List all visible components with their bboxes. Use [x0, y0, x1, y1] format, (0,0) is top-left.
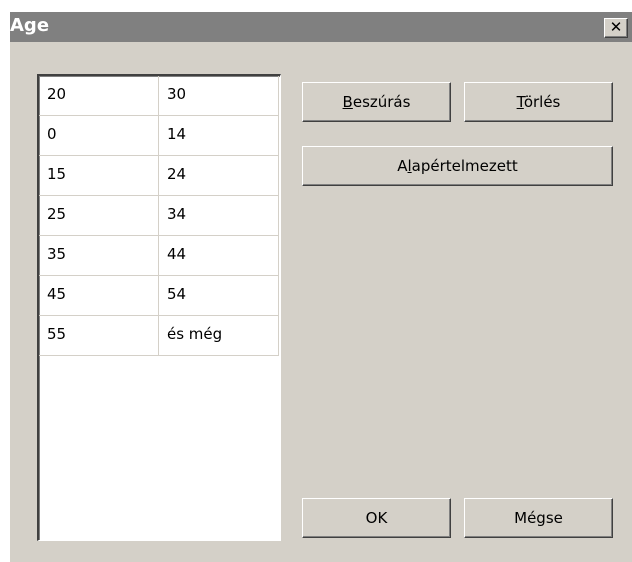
range-end-cell[interactable]: 14: [159, 116, 279, 156]
age-dialog: Age ✕ 20 30 0 14 15 24 25 34 35 44 45 54 55 és még Be…: [10, 12, 632, 562]
ok-button-label: OK: [365, 509, 388, 527]
default-button[interactable]: Alapértelmezett: [302, 146, 613, 186]
range-start-cell[interactable]: 0: [39, 116, 159, 156]
range-start-cell[interactable]: 45: [39, 276, 159, 316]
delete-button-label: Törlés: [516, 93, 561, 111]
range-end-cell[interactable]: 54: [159, 276, 279, 316]
cancel-button[interactable]: Mégse: [464, 498, 613, 538]
range-end-cell[interactable]: 24: [159, 156, 279, 196]
range-end-cell[interactable]: 44: [159, 236, 279, 276]
range-start-cell[interactable]: 20: [39, 76, 159, 116]
range-end-cell[interactable]: 30: [159, 76, 279, 116]
range-start-cell[interactable]: 15: [39, 156, 159, 196]
close-icon: ✕: [609, 18, 623, 36]
range-end-cell[interactable]: és még: [159, 316, 279, 356]
range-end-cell[interactable]: 34: [159, 196, 279, 236]
table-row[interactable]: 25 34: [39, 196, 280, 236]
table-row[interactable]: 20 30: [39, 76, 280, 116]
delete-button[interactable]: Törlés: [464, 82, 613, 122]
insert-button-label: Beszúrás: [342, 93, 411, 111]
range-start-cell[interactable]: 55: [39, 316, 159, 356]
range-start-cell[interactable]: 35: [39, 236, 159, 276]
dialog-title: Age: [10, 15, 50, 36]
age-range-table[interactable]: 20 30 0 14 15 24 25 34 35 44 45 54 55 és még: [37, 74, 281, 541]
table-row[interactable]: 55 és még: [39, 316, 280, 356]
default-button-label: Alapértelmezett: [397, 157, 518, 175]
table-row[interactable]: 35 44: [39, 236, 280, 276]
table-row[interactable]: 45 54: [39, 276, 280, 316]
title-bar[interactable]: Age ✕: [10, 12, 632, 42]
table-row[interactable]: 0 14: [39, 116, 280, 156]
ok-button[interactable]: OK: [302, 498, 451, 538]
range-start-cell[interactable]: 25: [39, 196, 159, 236]
close-button[interactable]: ✕: [604, 18, 628, 38]
insert-button[interactable]: Beszúrás: [302, 82, 451, 122]
table-row[interactable]: 15 24: [39, 156, 280, 196]
cancel-button-label: Mégse: [514, 509, 563, 527]
